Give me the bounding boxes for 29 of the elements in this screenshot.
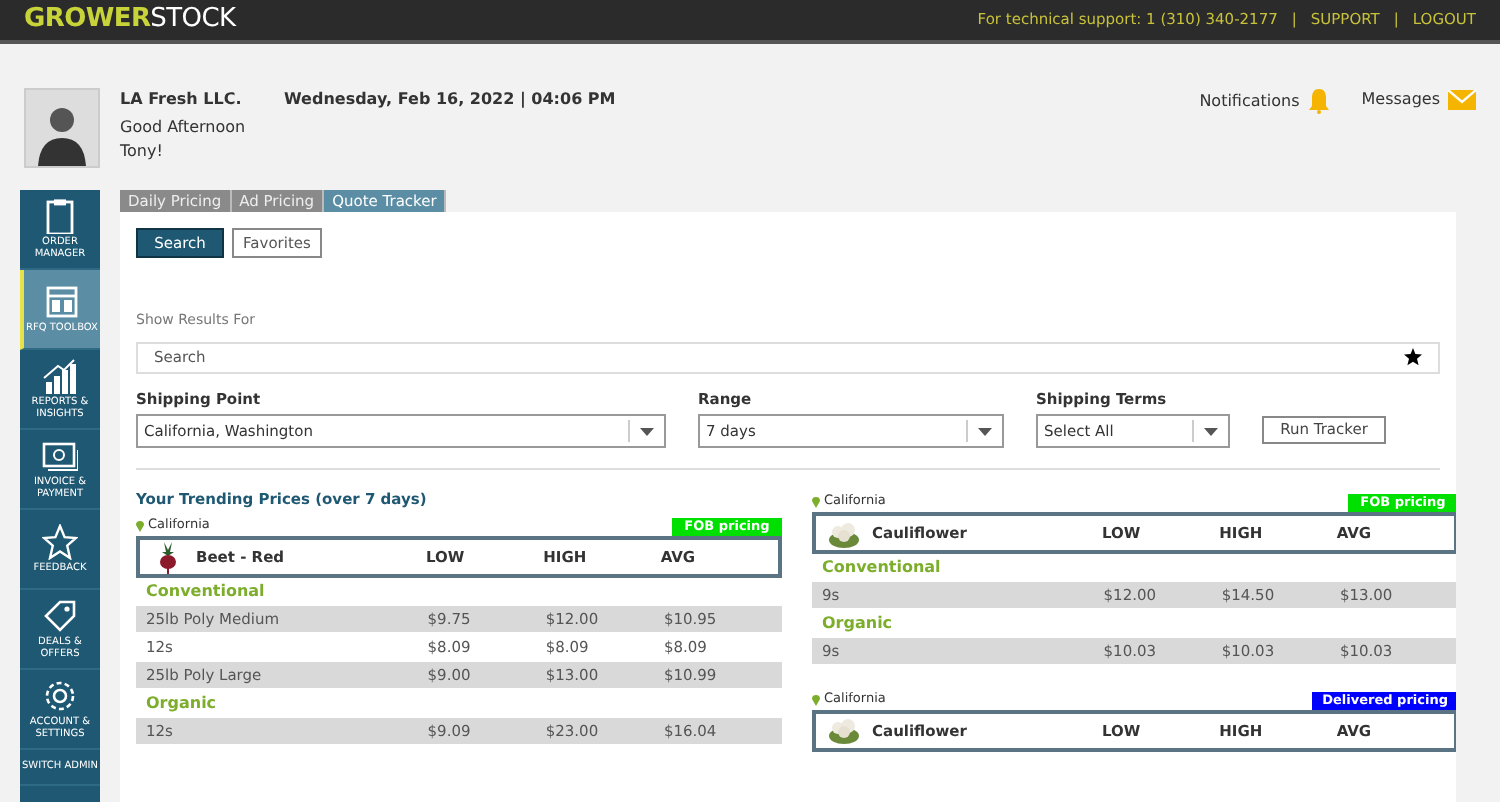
- messages-label[interactable]: Messages: [1361, 88, 1440, 112]
- location-pin-icon: [136, 520, 144, 533]
- logo: GROWERSTOCK: [24, 2, 236, 39]
- group-label: Organic: [144, 692, 219, 716]
- caret-icon: [1204, 427, 1218, 435]
- favorite-star-icon: [1404, 347, 1424, 366]
- group-label: Organic: [820, 612, 895, 636]
- company-name: LA Fresh LLC.: [120, 88, 242, 112]
- cauliflower-icon: [828, 714, 860, 747]
- star-icon: [42, 523, 78, 560]
- caret-icon: [978, 427, 992, 435]
- date-time: Wednesday, Feb 16, 2022 | 04:06 PM: [284, 88, 616, 108]
- cauliflower-icon: [828, 517, 860, 549]
- location-pin-icon: [812, 496, 820, 509]
- bell-icon: [1307, 88, 1330, 114]
- clipboard-icon: [42, 198, 78, 234]
- group-label: Conventional: [820, 556, 943, 580]
- notifications-label[interactable]: Notifications: [1199, 89, 1300, 113]
- banknote-icon: [42, 438, 78, 474]
- group-label: Conventional: [144, 580, 267, 604]
- greeting: Good Afternoon Tony!: [120, 116, 248, 164]
- tag-icon: [42, 598, 78, 634]
- avatar-placeholder: [24, 88, 100, 168]
- envelope-icon: [1448, 90, 1476, 110]
- caret-icon: [640, 427, 654, 435]
- location-pin-icon: [812, 693, 820, 706]
- gear-icon: [42, 678, 78, 714]
- layout-icon: [44, 283, 80, 320]
- bar-chart-icon: [42, 358, 78, 394]
